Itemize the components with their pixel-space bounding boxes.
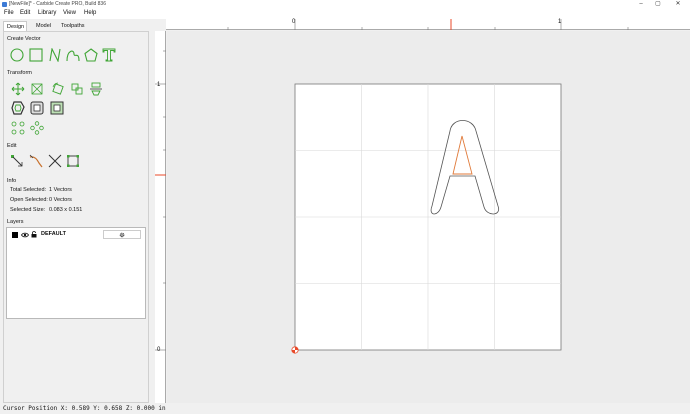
gear-icon xyxy=(119,232,125,238)
title-bar: [NewFile]* - Carbide Create PRO, Build 8… xyxy=(0,0,690,9)
menu-edit[interactable]: Edit xyxy=(20,10,30,16)
create-vector-label: Create Vector xyxy=(7,36,41,42)
ruler-label-x-0: 0 xyxy=(292,19,296,25)
curve-icon[interactable] xyxy=(66,48,80,62)
text-icon[interactable] xyxy=(102,48,116,62)
horizontal-ruler: 0 1 xyxy=(166,19,690,30)
total-selected-value: 1 Vectors xyxy=(49,187,72,193)
selected-size-value: 0.083 x 0.151 xyxy=(49,207,83,213)
edit-label: Edit xyxy=(7,143,17,149)
rotate-icon[interactable] xyxy=(51,82,65,96)
boolean-subtract-icon[interactable] xyxy=(50,101,64,115)
window-title: [NewFile]* - Carbide Create PRO, Build 8… xyxy=(9,1,106,7)
circular-array-icon[interactable] xyxy=(11,121,25,135)
offset-icon[interactable] xyxy=(11,101,25,115)
node-edit-icon[interactable] xyxy=(10,154,24,168)
trim-icon[interactable] xyxy=(29,154,43,168)
origin-marker-icon xyxy=(291,346,299,354)
design-canvas[interactable] xyxy=(167,31,690,403)
open-selected-label: Open Selected: xyxy=(10,197,48,203)
total-selected-label: Total Selected: xyxy=(10,187,47,193)
transform-label: Transform xyxy=(7,70,32,76)
tab-design[interactable]: Design xyxy=(3,21,27,31)
polyline-icon[interactable] xyxy=(48,48,62,62)
lock-icon[interactable] xyxy=(31,231,37,238)
close-button[interactable]: ✕ xyxy=(671,0,685,9)
minimize-button[interactable]: – xyxy=(634,0,648,9)
align-icon[interactable] xyxy=(70,82,84,96)
ruler-ticks xyxy=(227,19,629,30)
canvas-workspace[interactable] xyxy=(167,31,690,403)
eye-icon[interactable] xyxy=(21,232,29,238)
maximize-button[interactable]: ▢ xyxy=(651,0,665,9)
menu-help[interactable]: Help xyxy=(84,10,96,16)
ruler-label-x-1: 1 xyxy=(558,19,562,25)
ruler-label-y-0: 0 xyxy=(157,347,161,353)
selected-size-label: Selected Size: xyxy=(10,207,46,213)
menu-library[interactable]: Library xyxy=(38,10,56,16)
circle-icon[interactable] xyxy=(10,48,24,62)
bounding-box-icon[interactable] xyxy=(66,154,80,168)
layers-list: DEFAULT xyxy=(6,227,146,319)
layers-label: Layers xyxy=(7,219,24,225)
open-selected-value: 0 Vectors xyxy=(49,197,72,203)
status-bar: Cursor Position X: 0.589 Y: 0.658 Z: 0.0… xyxy=(0,403,690,414)
boolean-join-icon[interactable] xyxy=(30,101,44,115)
cut-icon[interactable] xyxy=(48,154,62,168)
layer-row[interactable]: DEFAULT xyxy=(7,228,145,241)
ruler-label-y-1: 1 xyxy=(157,82,161,88)
mirror-icon[interactable] xyxy=(89,82,103,96)
rectangle-icon[interactable] xyxy=(29,48,43,62)
linear-array-icon[interactable] xyxy=(30,121,44,135)
vertical-ruler: 1 0 xyxy=(155,31,166,403)
menu-view[interactable]: View xyxy=(63,10,76,16)
layer-color-swatch[interactable] xyxy=(12,232,18,238)
tab-model[interactable]: Model xyxy=(33,21,54,31)
layer-settings-button[interactable] xyxy=(103,230,141,239)
menu-file[interactable]: File xyxy=(4,10,14,16)
move-icon[interactable] xyxy=(11,82,25,96)
tab-toolpaths[interactable]: Toolpaths xyxy=(58,21,88,31)
info-label: Info xyxy=(7,178,17,184)
menu-bar: File Edit Library View Help xyxy=(0,9,690,19)
layer-name: DEFAULT xyxy=(41,231,66,237)
app-icon xyxy=(2,2,7,7)
polygon-icon[interactable] xyxy=(84,48,98,62)
scale-icon[interactable] xyxy=(30,82,44,96)
